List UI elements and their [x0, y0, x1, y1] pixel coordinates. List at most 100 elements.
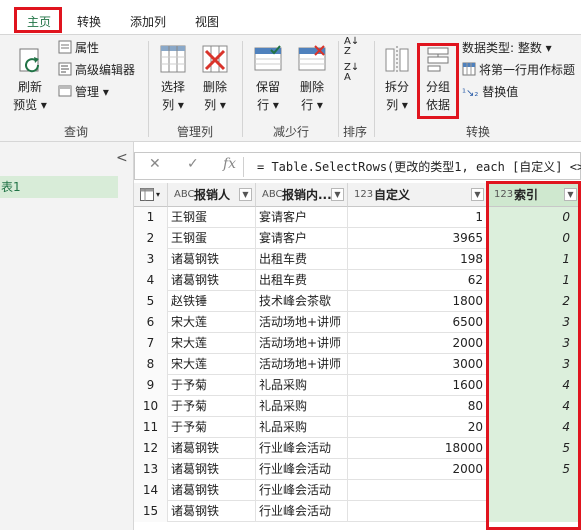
- row-number[interactable]: 13: [134, 459, 168, 480]
- cell-person[interactable]: 诸葛钢铁: [168, 270, 256, 291]
- table-row[interactable]: 1 王钢蛋 宴请客户 1 0: [134, 207, 581, 228]
- cell-person[interactable]: 诸葛钢铁: [168, 249, 256, 270]
- cell-item[interactable]: 礼品采购: [256, 417, 348, 438]
- group-by-button[interactable]: 分组 依据: [418, 43, 458, 121]
- cell-item[interactable]: 行业峰会活动: [256, 459, 348, 480]
- cell-item[interactable]: 礼品采购: [256, 396, 348, 417]
- column-filter-icon[interactable]: ▼: [239, 188, 252, 201]
- cell-item[interactable]: 技术峰会茶歇: [256, 291, 348, 312]
- advanced-editor-button[interactable]: 高级编辑器: [58, 61, 135, 79]
- cell-custom[interactable]: 1600: [348, 375, 488, 396]
- cell-index[interactable]: 2: [488, 291, 581, 312]
- cell-custom[interactable]: 198: [348, 249, 488, 270]
- cell-item[interactable]: 活动场地+讲师: [256, 333, 348, 354]
- fx-icon[interactable]: fx: [223, 156, 236, 172]
- table-row[interactable]: 2 王钢蛋 宴请客户 3965 0: [134, 228, 581, 249]
- cell-person[interactable]: 诸葛钢铁: [168, 501, 256, 522]
- cell-person[interactable]: 宋大莲: [168, 333, 256, 354]
- collapse-chevron-icon[interactable]: <: [116, 150, 128, 166]
- table-row[interactable]: 5 赵铁锤 技术峰会茶歇 1800 2: [134, 291, 581, 312]
- table-row[interactable]: 9 于予菊 礼品采购 1600 4: [134, 375, 581, 396]
- cell-custom[interactable]: 2000: [348, 459, 488, 480]
- cell-person[interactable]: 王钢蛋: [168, 207, 256, 228]
- cell-person[interactable]: 于予菊: [168, 375, 256, 396]
- cell-custom[interactable]: [348, 480, 488, 501]
- remove-rows-button[interactable]: 删除 行 ▾: [292, 43, 332, 121]
- properties-button[interactable]: 属性: [58, 39, 99, 57]
- cancel-icon[interactable]: ✕: [149, 156, 161, 172]
- table-row[interactable]: 12 诸葛钢铁 行业峰会活动 18000 5: [134, 438, 581, 459]
- cell-item[interactable]: 出租车费: [256, 249, 348, 270]
- cell-person[interactable]: 宋大莲: [168, 354, 256, 375]
- column-header-item[interactable]: ABC 报销内... ▼: [256, 183, 348, 207]
- cell-index[interactable]: 0: [488, 207, 581, 228]
- cell-person[interactable]: 诸葛钢铁: [168, 480, 256, 501]
- table-row[interactable]: 13 诸葛钢铁 行业峰会活动 2000 5: [134, 459, 581, 480]
- query-item-selected[interactable]: 表1: [0, 176, 118, 198]
- table-row[interactable]: 3 诸葛钢铁 出租车费 198 1: [134, 249, 581, 270]
- cell-index[interactable]: 4: [488, 375, 581, 396]
- table-row[interactable]: 6 宋大莲 活动场地+讲师 6500 3: [134, 312, 581, 333]
- cell-custom[interactable]: 1800: [348, 291, 488, 312]
- refresh-preview-button[interactable]: 刷新 预览 ▾: [8, 45, 52, 121]
- cell-custom[interactable]: 62: [348, 270, 488, 291]
- cell-index[interactable]: 5: [488, 459, 581, 480]
- cell-custom[interactable]: 18000: [348, 438, 488, 459]
- cell-index[interactable]: 1: [488, 270, 581, 291]
- cell-item[interactable]: 行业峰会活动: [256, 438, 348, 459]
- use-first-row-button[interactable]: 将第一行用作标题: [462, 61, 575, 79]
- cell-person[interactable]: 王钢蛋: [168, 228, 256, 249]
- table-row[interactable]: 14 诸葛钢铁 行业峰会活动: [134, 480, 581, 501]
- replace-values-button[interactable]: ¹↘₂ 替换值: [462, 83, 518, 101]
- cell-custom[interactable]: 1: [348, 207, 488, 228]
- manage-button[interactable]: 管理 ▾: [58, 83, 109, 101]
- cell-item[interactable]: 宴请客户: [256, 228, 348, 249]
- cell-item[interactable]: 出租车费: [256, 270, 348, 291]
- data-type-dropdown[interactable]: 数据类型: 整数 ▾: [462, 39, 552, 57]
- row-number[interactable]: 8: [134, 354, 168, 375]
- cell-item[interactable]: 活动场地+讲师: [256, 312, 348, 333]
- cell-custom[interactable]: 3000: [348, 354, 488, 375]
- cell-person[interactable]: 于予菊: [168, 396, 256, 417]
- table-row[interactable]: 11 于予菊 礼品采购 20 4: [134, 417, 581, 438]
- choose-columns-button[interactable]: 选择 列 ▾: [154, 43, 192, 121]
- cell-index[interactable]: [488, 501, 581, 522]
- tab-add-column[interactable]: 添加列: [126, 12, 170, 32]
- cell-index[interactable]: 3: [488, 333, 581, 354]
- row-number[interactable]: 5: [134, 291, 168, 312]
- row-number[interactable]: 6: [134, 312, 168, 333]
- row-number[interactable]: 15: [134, 501, 168, 522]
- cell-custom[interactable]: 2000: [348, 333, 488, 354]
- cell-custom[interactable]: 80: [348, 396, 488, 417]
- row-number[interactable]: 7: [134, 333, 168, 354]
- cell-item[interactable]: 礼品采购: [256, 375, 348, 396]
- cell-index[interactable]: 3: [488, 354, 581, 375]
- cell-index[interactable]: 4: [488, 417, 581, 438]
- cell-index[interactable]: 0: [488, 228, 581, 249]
- cell-custom[interactable]: 6500: [348, 312, 488, 333]
- column-header-custom[interactable]: 123 自定义 ▼: [348, 183, 488, 207]
- column-header-person[interactable]: ABC 报销人 ▼: [168, 183, 256, 207]
- column-filter-icon[interactable]: ▼: [564, 188, 577, 201]
- confirm-icon[interactable]: ✓: [187, 156, 199, 172]
- row-number[interactable]: 14: [134, 480, 168, 501]
- table-row[interactable]: 8 宋大莲 活动场地+讲师 3000 3: [134, 354, 581, 375]
- row-number[interactable]: 1: [134, 207, 168, 228]
- split-column-button[interactable]: 拆分 列 ▾: [380, 43, 414, 121]
- cell-item[interactable]: 宴请客户: [256, 207, 348, 228]
- column-header-index[interactable]: 123 索引 ▼: [488, 183, 581, 207]
- row-number[interactable]: 12: [134, 438, 168, 459]
- tab-home[interactable]: 主页: [18, 12, 60, 32]
- cell-item[interactable]: 行业峰会活动: [256, 501, 348, 522]
- row-number[interactable]: 11: [134, 417, 168, 438]
- table-row[interactable]: 15 诸葛钢铁 行业峰会活动: [134, 501, 581, 522]
- cell-index[interactable]: [488, 480, 581, 501]
- formula-input[interactable]: = Table.SelectRows(更改的类型1, each [自定义] <>…: [257, 158, 581, 175]
- cell-index[interactable]: 1: [488, 249, 581, 270]
- cell-person[interactable]: 赵铁锤: [168, 291, 256, 312]
- cell-custom[interactable]: 3965: [348, 228, 488, 249]
- cell-custom[interactable]: [348, 501, 488, 522]
- cell-index[interactable]: 5: [488, 438, 581, 459]
- cell-item[interactable]: 活动场地+讲师: [256, 354, 348, 375]
- cell-person[interactable]: 诸葛钢铁: [168, 438, 256, 459]
